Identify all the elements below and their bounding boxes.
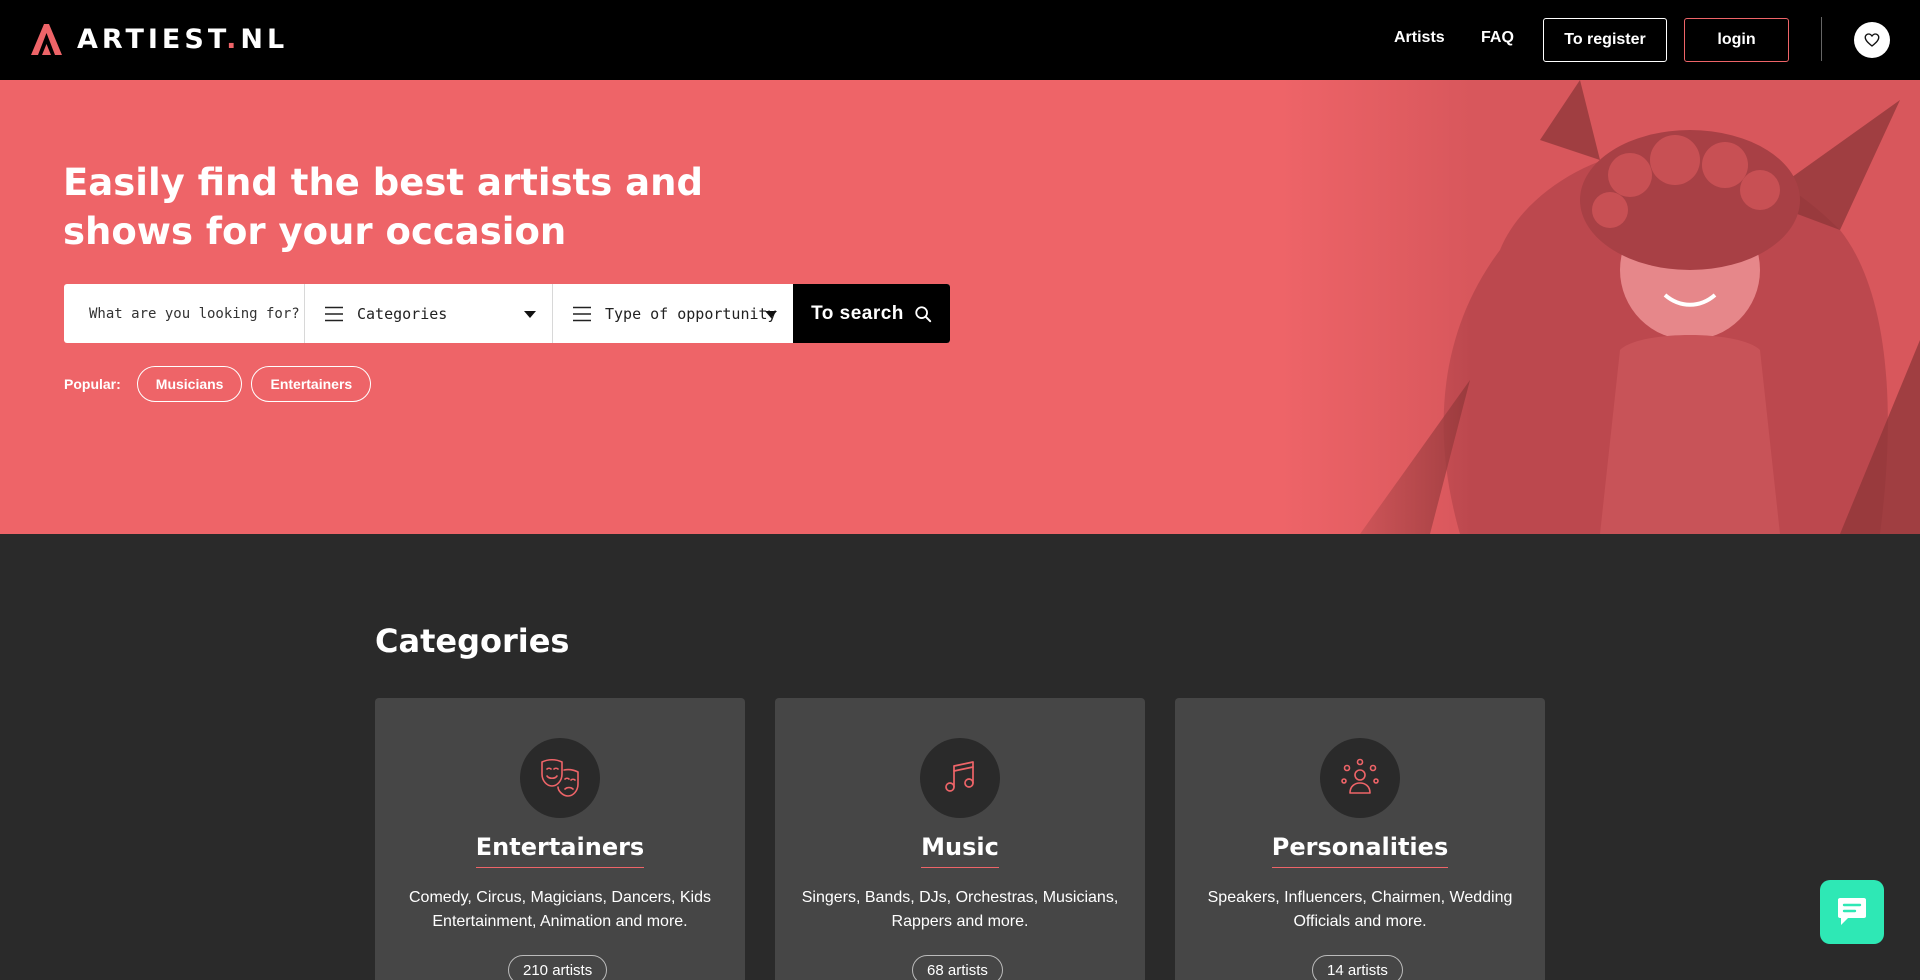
chat-widget-button[interactable] bbox=[1820, 880, 1884, 944]
logo-suffix: NL bbox=[240, 23, 289, 55]
site-header: ARTIEST.NL Artists FAQ To register login bbox=[0, 0, 1920, 80]
logo-text: ARTIEST bbox=[77, 23, 227, 55]
logo-a-icon bbox=[31, 24, 62, 55]
category-description: Comedy, Circus, Magicians, Dancers, Kids… bbox=[408, 889, 712, 930]
category-artist-count[interactable]: 210 artists bbox=[508, 955, 608, 980]
nav-artists[interactable]: Artists bbox=[1394, 29, 1445, 47]
category-artist-count[interactable]: 68 artists bbox=[912, 955, 1003, 980]
categories-title: Categories bbox=[375, 622, 570, 660]
hero-title: Easily find the best artists and shows f… bbox=[63, 161, 703, 253]
popular-tags: Popular: Musicians Entertainers bbox=[64, 366, 372, 402]
logo-dot: . bbox=[226, 23, 241, 55]
search-icon bbox=[915, 305, 932, 322]
theater-masks-icon bbox=[541, 758, 579, 797]
category-artist-count[interactable]: 14 artists bbox=[1312, 955, 1403, 980]
popular-label: Popular: bbox=[64, 376, 121, 392]
category-name: Music bbox=[921, 833, 999, 868]
category-name: Entertainers bbox=[475, 833, 645, 868]
opportunity-select-label: Type of opportunity bbox=[605, 304, 777, 323]
category-card-personalities[interactable]: Personalities Speakers, Influencers, Cha… bbox=[1175, 698, 1545, 980]
favorites-button[interactable] bbox=[1854, 22, 1890, 58]
category-description: Speakers, Influencers, Chairmen, Wedding… bbox=[1207, 889, 1513, 930]
search-bar: Categories Type of opportunity To search bbox=[64, 284, 950, 343]
nav-faq[interactable]: FAQ bbox=[1481, 29, 1514, 47]
opportunity-select[interactable]: Type of opportunity bbox=[552, 284, 793, 343]
chevron-down-icon bbox=[524, 311, 536, 318]
register-button[interactable]: To register bbox=[1543, 18, 1667, 62]
popular-tag-entertainers[interactable]: Entertainers bbox=[251, 366, 372, 402]
speaker-person-icon bbox=[1341, 758, 1379, 794]
menu-lines-icon bbox=[573, 306, 591, 321]
hero-banner: Easily find the best artists and shows f… bbox=[0, 80, 1920, 534]
chevron-down-icon bbox=[765, 311, 777, 318]
heart-icon bbox=[1864, 33, 1880, 47]
category-card-entertainers[interactable]: Entertainers Comedy, Circus, Magicians, … bbox=[375, 698, 745, 980]
categories-select[interactable]: Categories bbox=[304, 284, 552, 343]
search-button[interactable]: To search bbox=[793, 284, 950, 343]
header-divider bbox=[1821, 17, 1822, 61]
menu-lines-icon bbox=[325, 306, 343, 321]
hero-performer-image bbox=[1280, 80, 1920, 534]
music-note-icon bbox=[945, 761, 974, 792]
site-logo[interactable]: ARTIEST.NL bbox=[29, 22, 288, 56]
category-card-music[interactable]: Music Singers, Bands, DJs, Orchestras, M… bbox=[775, 698, 1145, 980]
search-button-label: To search bbox=[811, 302, 904, 324]
chat-bubble-icon bbox=[1838, 898, 1866, 925]
login-button[interactable]: login bbox=[1684, 18, 1789, 62]
category-name: Personalities bbox=[1271, 833, 1449, 868]
category-description: Singers, Bands, DJs, Orchestras, Musicia… bbox=[801, 889, 1119, 930]
categories-select-label: Categories bbox=[357, 304, 448, 323]
search-input[interactable] bbox=[64, 284, 304, 343]
popular-tag-musicians[interactable]: Musicians bbox=[136, 366, 243, 402]
